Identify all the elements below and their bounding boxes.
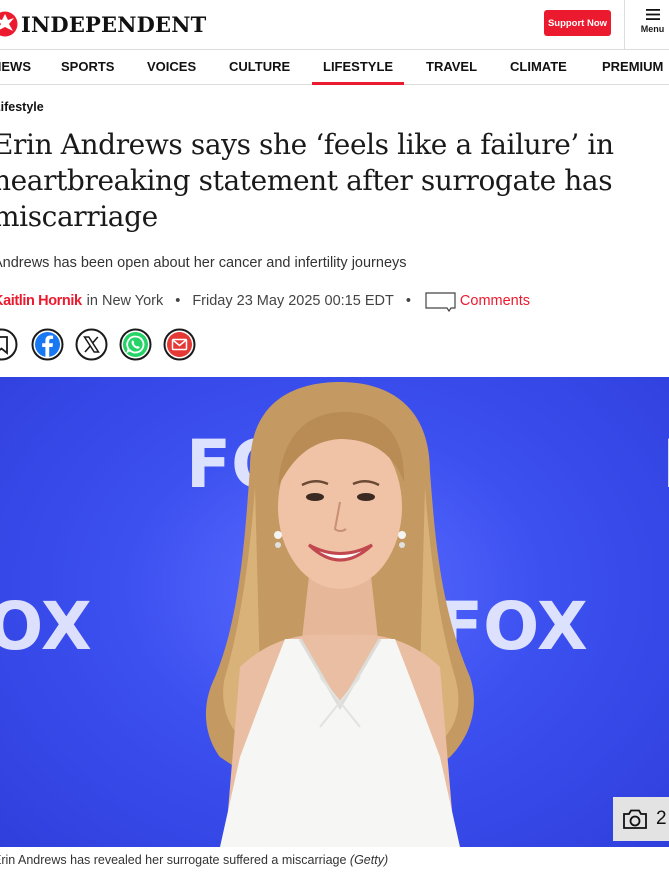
comments-link[interactable]: Comments (425, 290, 530, 312)
nav-item-lifestyle[interactable]: LIFESTYLE (311, 50, 405, 85)
hamburger-icon (645, 9, 660, 20)
site-logo[interactable]: INDEPENDENT (0, 9, 206, 39)
gallery-count: 2 (656, 808, 667, 829)
backdrop-logo-text: FOX (662, 426, 669, 503)
email-share-button[interactable] (163, 328, 196, 361)
menu-button[interactable]: Menu (636, 9, 669, 34)
nav-item-travel[interactable]: TRAVEL (426, 50, 477, 84)
menu-divider (624, 0, 625, 50)
facebook-icon (31, 328, 64, 361)
nav-item-news[interactable]: NEWS (0, 50, 31, 84)
caption-text: Erin Andrews has revealed her surrogate … (0, 853, 347, 867)
publish-date: Friday 23 May 2025 00:15 EDT (192, 293, 394, 309)
hero-image[interactable]: FOX FOX FOX FOX (0, 377, 669, 847)
comment-icon (425, 292, 456, 312)
email-icon (163, 328, 196, 361)
site-header: INDEPENDENT Support Now Menu (0, 0, 669, 50)
backdrop-logo-text: FOX (0, 588, 92, 665)
hero-photo: FOX FOX FOX FOX (0, 382, 669, 847)
author-link[interactable]: Kaitlin Hornik (0, 293, 82, 309)
eagle-logo-icon (0, 11, 18, 37)
logo-wordmark: INDEPENDENT (21, 11, 207, 37)
menu-label: Menu (640, 24, 665, 34)
article-standfirst: Andrews has been open about her cancer a… (0, 255, 407, 271)
byline-separator: • (405, 293, 411, 309)
comments-label: Comments (459, 293, 531, 309)
image-caption: Erin Andrews has revealed her surrogate … (0, 853, 388, 867)
article-headline: Erin Andrews says she ‘feels like a fail… (0, 128, 614, 233)
gallery-button[interactable]: 2 (613, 797, 669, 841)
facebook-share-button[interactable] (31, 328, 64, 361)
nav-item-sports[interactable]: SPORTS (61, 50, 114, 84)
whatsapp-icon (119, 328, 152, 361)
support-now-button[interactable]: Support Now (544, 10, 611, 36)
camera-icon (623, 809, 647, 829)
main-nav: NEWS SPORTS VOICES CULTURE LIFESTYLE TRA… (0, 50, 669, 85)
x-icon (75, 328, 108, 361)
bookmark-icon (0, 328, 18, 361)
byline-separator: • (175, 293, 181, 309)
x-share-button[interactable] (75, 328, 108, 361)
nav-item-voices[interactable]: VOICES (147, 50, 196, 84)
bookmark-button[interactable] (0, 328, 18, 361)
nav-item-climate[interactable]: CLIMATE (510, 50, 567, 84)
nav-item-premium[interactable]: PREMIUM (602, 50, 663, 84)
image-credit: (Getty) (349, 853, 389, 867)
section-label[interactable]: Lifestyle (0, 100, 44, 114)
nav-item-culture[interactable]: CULTURE (229, 50, 290, 84)
byline: Kaitlin Hornik in New York • Friday 23 M… (0, 290, 530, 312)
byline-location: in New York (86, 293, 164, 309)
whatsapp-share-button[interactable] (119, 328, 152, 361)
